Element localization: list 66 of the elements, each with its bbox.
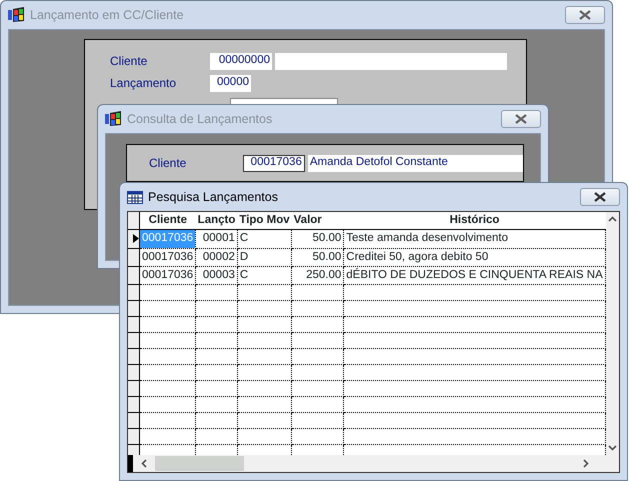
table-cell: 00017036 bbox=[140, 266, 196, 284]
table-icon bbox=[127, 190, 143, 204]
window-title: Consulta de Lançamentos bbox=[127, 110, 272, 128]
table-cell: 00002 bbox=[196, 248, 238, 266]
column-header: Cliente bbox=[140, 212, 196, 230]
field-label: Cliente bbox=[110, 53, 148, 70]
scroll-thumb[interactable] bbox=[155, 456, 244, 471]
table-cell: C bbox=[237, 266, 292, 284]
table-cell: 50.00 bbox=[292, 230, 344, 248]
table-cell: 00017036 bbox=[140, 248, 196, 266]
row-indicator[interactable] bbox=[128, 284, 140, 300]
row-indicator[interactable] bbox=[128, 396, 140, 412]
row-indicator[interactable] bbox=[128, 266, 140, 284]
scroll-left-icon[interactable] bbox=[141, 459, 147, 468]
app-icon bbox=[105, 111, 122, 127]
row-indicator[interactable] bbox=[128, 364, 140, 380]
row-indicator[interactable] bbox=[128, 380, 140, 396]
row-header bbox=[128, 212, 140, 230]
input-field[interactable]: 00000000 bbox=[210, 52, 272, 70]
row-indicator[interactable] bbox=[128, 230, 140, 248]
scroll-right-icon[interactable] bbox=[583, 459, 589, 468]
table-cell: Teste amanda desenvolvimento bbox=[344, 230, 606, 248]
scroll-up-icon[interactable] bbox=[608, 216, 617, 222]
close-icon bbox=[515, 114, 527, 124]
scroll-down-icon[interactable] bbox=[608, 445, 617, 451]
row-indicator[interactable] bbox=[128, 428, 140, 444]
combo-box[interactable] bbox=[230, 98, 338, 104]
input-field[interactable]: 00017036 bbox=[242, 154, 305, 172]
row-indicator[interactable] bbox=[128, 348, 140, 364]
vertical-scrollbar[interactable] bbox=[606, 212, 619, 455]
column-header: Tipo Mov bbox=[237, 212, 292, 230]
table-cell: 00003 bbox=[196, 266, 238, 284]
table-cell: D bbox=[237, 248, 292, 266]
horizontal-scrollbar[interactable] bbox=[128, 455, 619, 472]
input-field[interactable]: 00000 bbox=[210, 74, 251, 92]
row-indicator[interactable] bbox=[128, 300, 140, 316]
close-icon bbox=[594, 192, 606, 202]
close-icon bbox=[579, 10, 591, 20]
column-header: Valor bbox=[292, 212, 344, 230]
input-field[interactable] bbox=[275, 52, 507, 70]
row-indicator[interactable] bbox=[128, 248, 140, 266]
input-field[interactable]: Amanda Detofol Constante bbox=[308, 154, 523, 172]
close-button[interactable] bbox=[565, 6, 605, 24]
field-label: Cliente bbox=[149, 155, 188, 172]
close-button[interactable] bbox=[501, 110, 541, 128]
row-indicator[interactable] bbox=[128, 316, 140, 332]
table-row[interactable]: 00017036 00003 C 250.00 dÉBITO DE DUZEDOS E CINQUENTA REAIS NA bbox=[128, 266, 606, 284]
table-row[interactable]: 00017036 00002 D 50.00 Creditei 50, agora debito 50 bbox=[128, 248, 606, 266]
field-label: Lançamento bbox=[110, 75, 178, 92]
table-cell: 250.00 bbox=[292, 266, 344, 284]
column-header: Lançto bbox=[196, 212, 238, 230]
window-title: Lançamento em CC/Cliente bbox=[30, 6, 184, 24]
app-icon bbox=[8, 7, 25, 23]
table-row[interactable]: 00017036 00001 C 50.00 Teste amanda desenvolvimento bbox=[128, 230, 606, 248]
column-header: Histórico bbox=[344, 212, 606, 230]
focus-marker bbox=[128, 455, 133, 472]
table-cell: dÉBITO DE DUZEDOS E CINQUENTA REAIS NA bbox=[344, 266, 606, 284]
table-cell: 00001 bbox=[196, 230, 238, 248]
table-cell: Creditei 50, agora debito 50 bbox=[344, 248, 606, 266]
row-indicator[interactable] bbox=[128, 412, 140, 428]
window-title: Pesquisa Lançamentos bbox=[148, 188, 278, 206]
table-cell: C bbox=[237, 230, 292, 248]
table-cell: 00017036 bbox=[140, 230, 196, 248]
table-cell: 50.00 bbox=[292, 248, 344, 266]
row-indicator[interactable] bbox=[128, 332, 140, 348]
close-button[interactable] bbox=[580, 188, 620, 206]
